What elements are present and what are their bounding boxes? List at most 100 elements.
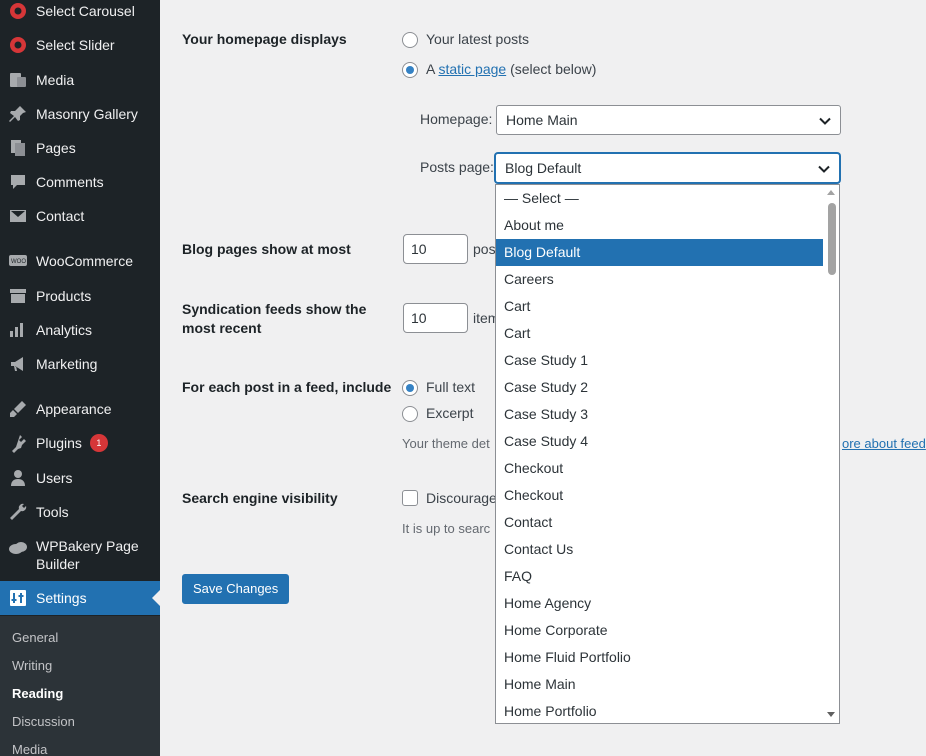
discourage-search-label: Discourage bbox=[426, 490, 497, 506]
sidebar-item-label: Media bbox=[36, 72, 75, 88]
feed-include-label: For each post in a feed, include bbox=[182, 379, 392, 395]
radio-static-page[interactable] bbox=[402, 62, 418, 78]
dropdown-option[interactable]: Case Study 1 bbox=[496, 347, 824, 374]
scroll-up-arrow-icon[interactable] bbox=[827, 190, 835, 195]
sidebar-item-appearance[interactable]: Appearance bbox=[0, 392, 160, 426]
dropdown-option[interactable]: Checkout bbox=[496, 482, 824, 509]
sidebar-item-label: Comments bbox=[36, 174, 104, 190]
radio-excerpt-label: Excerpt bbox=[426, 405, 474, 421]
posts-per-page-suffix: pos bbox=[473, 241, 496, 257]
submenu-item-reading[interactable]: Reading bbox=[12, 686, 63, 701]
sidebar-item-masonry-gallery[interactable]: Masonry Gallery bbox=[0, 97, 160, 131]
dropdown-option[interactable]: FAQ bbox=[496, 563, 824, 590]
sidebar-item-products[interactable]: Products bbox=[0, 279, 160, 313]
dropdown-option[interactable]: Home Agency bbox=[496, 590, 824, 617]
search-visibility-description: It is up to searc bbox=[402, 521, 491, 536]
products-icon bbox=[0, 286, 36, 306]
woocommerce-icon: WOO bbox=[0, 251, 36, 271]
dropdown-option[interactable]: Checkout bbox=[496, 455, 824, 482]
sidebar-item-label: Select Carousel bbox=[36, 3, 135, 19]
sidebar-item-media[interactable]: Media bbox=[0, 63, 160, 97]
plugins-update-badge: 1 bbox=[89, 434, 108, 452]
dropdown-option[interactable]: Case Study 4 bbox=[496, 428, 824, 455]
submenu-item-general[interactable]: General bbox=[12, 630, 58, 645]
megaphone-icon bbox=[0, 354, 36, 374]
plugins-icon bbox=[0, 433, 36, 453]
sidebar-item-plugins[interactable]: Plugins 1 bbox=[0, 426, 160, 460]
scrollbar-thumb[interactable] bbox=[828, 203, 836, 275]
mail-icon bbox=[0, 206, 36, 226]
scroll-down-arrow-icon[interactable] bbox=[827, 712, 835, 717]
submenu-item-discussion[interactable]: Discussion bbox=[12, 714, 75, 729]
dropdown-option[interactable]: Home Fluid Portfolio bbox=[496, 644, 824, 671]
sidebar-item-wpbakery[interactable]: WPBakery Page Builder bbox=[0, 537, 160, 581]
submenu-item-writing[interactable]: Writing bbox=[12, 658, 52, 673]
radio-static-page-label: A static page (select below) bbox=[426, 60, 596, 78]
sidebar-item-select-carousel[interactable]: Select Carousel bbox=[0, 0, 160, 28]
radio-latest-posts[interactable] bbox=[402, 32, 418, 48]
dropdown-option[interactable]: Home Main bbox=[496, 671, 824, 698]
sidebar-item-woocommerce[interactable]: WOO WooCommerce bbox=[0, 244, 160, 278]
dropdown-option[interactable]: Cart bbox=[496, 320, 824, 347]
dropdown-option[interactable]: Home Corporate bbox=[496, 617, 824, 644]
dropdown-option[interactable]: Contact bbox=[496, 509, 824, 536]
dropdown-option[interactable]: — Select — bbox=[496, 185, 824, 212]
discourage-search-checkbox[interactable] bbox=[402, 490, 418, 506]
sidebar-item-tools[interactable]: Tools bbox=[0, 495, 160, 529]
radio-full-text-label: Full text bbox=[426, 379, 476, 395]
dropdown-option[interactable]: Home Portfolio bbox=[496, 698, 824, 723]
chevron-down-icon bbox=[818, 165, 830, 173]
homepage-select-value: Home Main bbox=[506, 112, 578, 128]
sidebar-item-select-slider[interactable]: Select Slider bbox=[0, 28, 160, 62]
pages-icon bbox=[0, 138, 36, 158]
dropdown-option[interactable]: Cart bbox=[496, 293, 824, 320]
analytics-icon bbox=[0, 320, 36, 340]
dropdown-option[interactable]: About me bbox=[496, 212, 824, 239]
save-changes-button[interactable]: Save Changes bbox=[182, 574, 290, 604]
sidebar-item-contact[interactable]: Contact bbox=[0, 199, 160, 233]
brush-icon bbox=[0, 399, 36, 419]
select-carousel-icon bbox=[0, 1, 36, 21]
posts-per-rss-input[interactable]: 10 bbox=[403, 303, 468, 333]
posts-page-dropdown-list[interactable]: — Select — About me Blog Default Careers… bbox=[495, 184, 840, 724]
dropdown-option[interactable]: Case Study 3 bbox=[496, 401, 824, 428]
settings-icon bbox=[0, 588, 36, 608]
posts-page-select[interactable]: Blog Default bbox=[495, 153, 840, 183]
wpbakery-icon bbox=[0, 537, 36, 558]
dropdown-option[interactable]: Careers bbox=[496, 266, 824, 293]
sidebar-item-label: Appearance bbox=[36, 401, 112, 417]
settings-submenu: General Writing Reading Discussion Media bbox=[0, 616, 160, 756]
static-page-link[interactable]: static page bbox=[438, 61, 506, 77]
wrench-icon bbox=[0, 502, 36, 522]
posts-page-select-label: Posts page: bbox=[420, 159, 494, 175]
dropdown-option[interactable]: Contact Us bbox=[496, 536, 824, 563]
sidebar-item-label: Products bbox=[36, 288, 92, 304]
sidebar-item-label: Tools bbox=[36, 504, 69, 520]
sidebar-item-marketing[interactable]: Marketing bbox=[0, 347, 160, 381]
dropdown-option-selected[interactable]: Blog Default bbox=[496, 239, 824, 266]
radio-full-text[interactable] bbox=[402, 380, 418, 396]
feed-learn-more-link[interactable]: ore about feed bbox=[842, 435, 926, 453]
static-prefix: A bbox=[426, 61, 435, 77]
sidebar-item-settings[interactable]: Settings bbox=[0, 581, 160, 615]
dropdown-scrollbar[interactable] bbox=[823, 185, 839, 723]
homepage-select[interactable]: Home Main bbox=[496, 105, 841, 135]
sidebar-item-comments[interactable]: Comments bbox=[0, 165, 160, 199]
sidebar-item-label: Users bbox=[36, 470, 73, 486]
sidebar-item-analytics[interactable]: Analytics bbox=[0, 313, 160, 347]
blog-pages-label: Blog pages show at most bbox=[182, 241, 351, 257]
dropdown-option[interactable]: Case Study 2 bbox=[496, 374, 824, 401]
sidebar-item-users[interactable]: Users bbox=[0, 461, 160, 495]
submenu-item-media[interactable]: Media bbox=[12, 742, 47, 756]
sidebar-item-label: Analytics bbox=[36, 322, 93, 338]
feed-description: Your theme det bbox=[402, 436, 490, 451]
radio-excerpt[interactable] bbox=[402, 406, 418, 422]
sidebar-item-label: Select Slider bbox=[36, 37, 115, 53]
homepage-select-label: Homepage: bbox=[420, 111, 493, 127]
posts-per-page-input[interactable]: 10 bbox=[403, 234, 468, 264]
sidebar-item-pages[interactable]: Pages bbox=[0, 131, 160, 165]
sidebar-item-label: Masonry Gallery bbox=[36, 106, 138, 122]
sidebar-item-label: Settings bbox=[36, 590, 87, 606]
sidebar-item-label: Pages bbox=[36, 140, 76, 156]
sidebar-item-label: Contact bbox=[36, 208, 85, 224]
